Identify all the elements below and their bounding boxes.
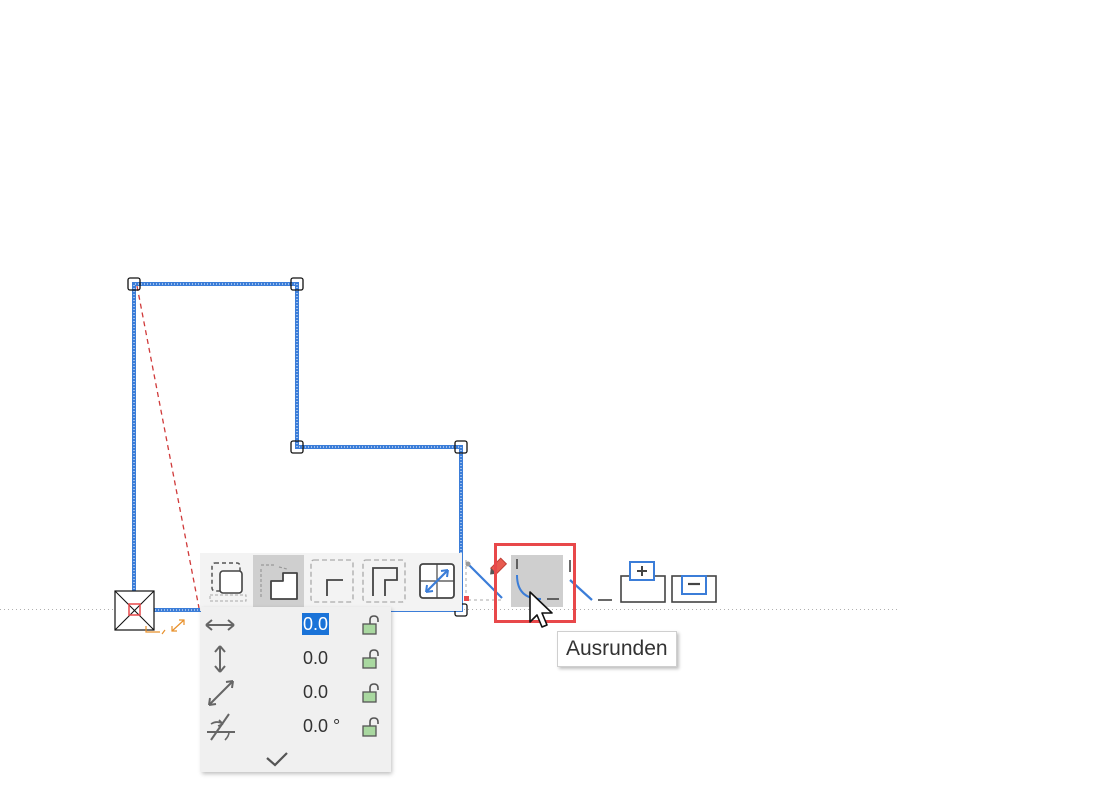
distance-value[interactable]: 0.0	[302, 681, 329, 703]
dy-row[interactable]: 0.0	[201, 642, 391, 676]
add-area-button[interactable]	[617, 555, 669, 607]
dx-row[interactable]: 0.0	[201, 608, 391, 642]
unlock-icon[interactable]	[361, 716, 383, 738]
origin-marker[interactable]	[114, 590, 155, 631]
polygon-corner-button[interactable]	[253, 555, 304, 607]
angle-value[interactable]: 0.0 °	[302, 715, 341, 737]
diagonal-arrow-box-icon	[419, 563, 455, 599]
corner-rounded-button[interactable]	[358, 555, 410, 607]
corner-inner-icon	[362, 559, 406, 603]
tooltip: Ausrunden	[557, 631, 677, 667]
corner-offset-button[interactable]	[306, 555, 358, 607]
dy-value[interactable]: 0.0	[302, 647, 329, 669]
minus-box-icon	[671, 575, 717, 603]
checkmark-icon[interactable]	[264, 749, 290, 769]
mouse-cursor-icon	[529, 591, 553, 628]
corner-dashed-icon	[310, 559, 354, 603]
construction-line	[136, 285, 200, 609]
dashed-square-icon	[209, 562, 247, 602]
rectangle-select-button[interactable]	[202, 555, 254, 607]
diagonal-split-button[interactable]	[411, 555, 463, 607]
subtract-area-button[interactable]	[668, 555, 720, 607]
horizontal-arrow-icon	[205, 619, 235, 631]
angle-row[interactable]: 0.0 °	[201, 710, 391, 744]
plus-box-icon	[620, 561, 666, 603]
vertical-arrow-icon	[214, 645, 226, 673]
distance-row[interactable]: 0.0	[201, 676, 391, 710]
dx-value[interactable]: 0.0	[302, 613, 330, 635]
polygon-l-icon	[259, 564, 298, 600]
diagonal-arrow-icon	[208, 680, 234, 706]
angle-icon	[207, 713, 235, 741]
unlock-icon[interactable]	[361, 648, 383, 670]
drawing-canvas[interactable]	[0, 0, 1100, 800]
unlock-icon[interactable]	[361, 614, 383, 636]
coordinate-input-panel: 0.0 0.0 0.0 0.0 °	[201, 607, 391, 772]
unlock-icon[interactable]	[361, 682, 383, 704]
